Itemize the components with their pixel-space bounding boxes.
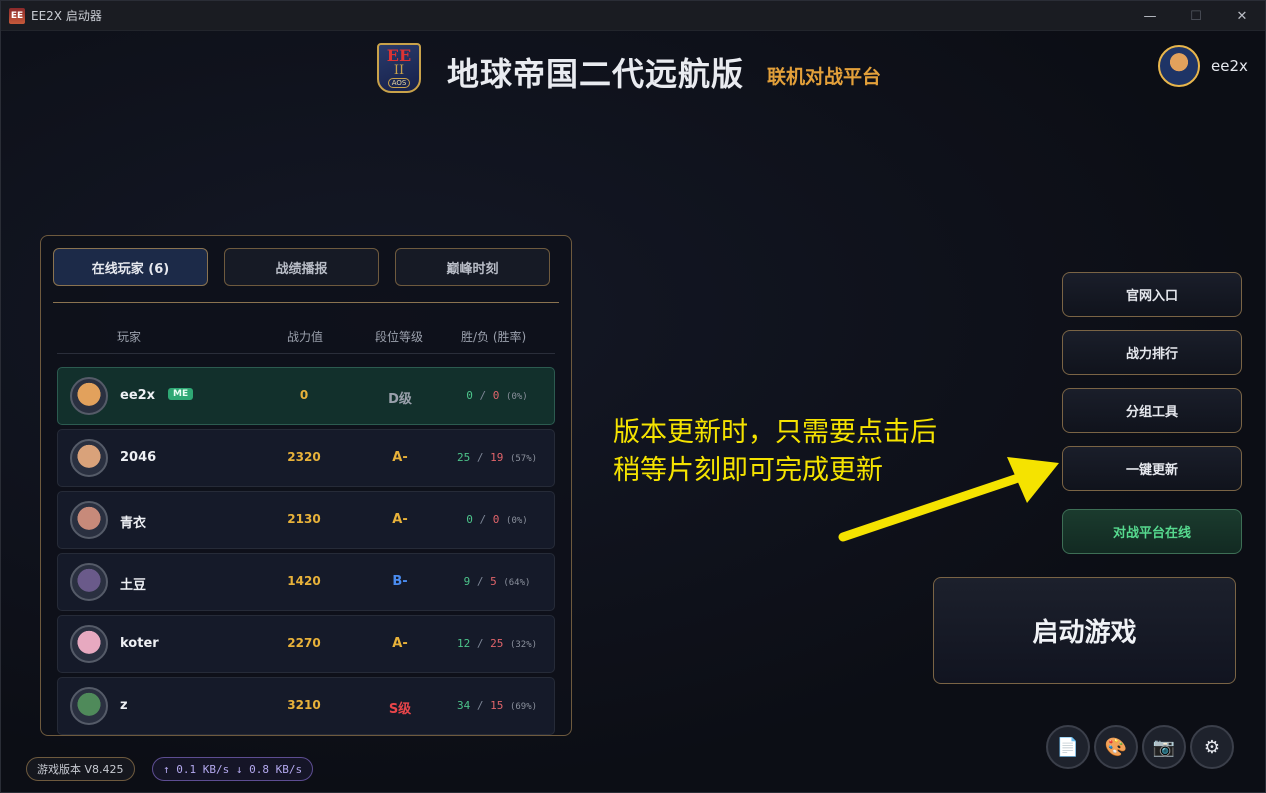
player-wins: 9 [463, 575, 471, 588]
player-rank: B- [392, 574, 408, 589]
launcher-window: EE EE2X 启动器 — ☐ ✕ EE II AOS 地球帝国二代远航版 联机… [0, 0, 1266, 793]
player-power: 3210 [287, 698, 321, 712]
player-losses: 15 [490, 699, 504, 712]
table-header: 玩家 战力值 段位等级 胜/负 (胜率) [57, 322, 555, 354]
player-losses: 0 [492, 513, 500, 526]
app-icon: EE [9, 7, 25, 24]
player-wins: 34 [456, 699, 471, 712]
player-record: 0 / 0 (0%) [466, 389, 528, 402]
game-subtitle: 联机对战平台 [767, 66, 882, 88]
header-player: 玩家 [117, 330, 142, 344]
tab-online-players[interactable]: 在线玩家 (6) [53, 248, 208, 286]
player-name: koter [120, 636, 159, 651]
player-rank: S级 [388, 702, 412, 717]
panel-tabs: 在线玩家 (6) 战绩播报 巅峰时刻 [53, 248, 550, 286]
launch-game-button[interactable]: 启动游戏 [933, 577, 1236, 684]
players-panel: 在线玩家 (6) 战绩播报 巅峰时刻 玩家 战力值 段位等级 胜/负 (胜率) … [40, 235, 572, 736]
player-winrate: (0%) [506, 516, 528, 526]
tab-match-reports[interactable]: 战绩播报 [224, 248, 379, 286]
me-badge: ME [168, 388, 194, 400]
update-button[interactable]: 一键更新 [1062, 446, 1242, 491]
player-row[interactable]: 2046 2320 A- 25 / 19 (57%) [57, 429, 555, 487]
header-record: 胜/负 (胜率) [461, 330, 527, 344]
game-logo: EE II AOS [377, 43, 421, 93]
player-name: 土豆 [120, 578, 147, 593]
maximize-button[interactable]: ☐ [1173, 1, 1219, 31]
player-row[interactable]: koter 2270 A- 12 / 25 (32%) [57, 615, 555, 673]
player-rank: A- [392, 512, 408, 527]
team-tool-button[interactable]: 分组工具 [1062, 388, 1242, 433]
player-losses: 5 [490, 575, 497, 588]
player-power: 2270 [287, 636, 321, 650]
player-power: 2130 [287, 512, 321, 526]
player-avatar [70, 377, 108, 415]
tab-peak-moments[interactable]: 巅峰时刻 [395, 248, 550, 286]
player-rank: A- [392, 636, 408, 651]
platform-online-button[interactable]: 对战平台在线 [1062, 509, 1242, 554]
player-winrate: (0%) [506, 392, 528, 402]
player-losses: 0 [492, 389, 500, 402]
tab-divider [53, 302, 559, 303]
annotation-line-1: 版本更新时，只需要点击后 [613, 417, 937, 448]
player-power: 1420 [287, 574, 321, 588]
camera-icon[interactable]: 📷 [1142, 725, 1186, 769]
player-record: 25 / 19 (57%) [456, 451, 538, 464]
player-avatar [70, 501, 108, 539]
player-record: 34 / 15 (69%) [456, 699, 538, 712]
player-avatar [70, 439, 108, 477]
player-winrate: (32%) [509, 640, 538, 650]
window-controls: — ☐ ✕ [1127, 1, 1265, 31]
player-name: ee2x [120, 388, 156, 403]
header-power: 战力值 [287, 330, 324, 344]
ranking-button[interactable]: 战力排行 [1062, 330, 1242, 375]
header-rank: 段位等级 [375, 330, 424, 344]
network-speed-badge: ↑ 0.1 KB/s ↓ 0.8 KB/s [152, 757, 314, 781]
game-version-badge: 游戏版本 V8.425 [26, 757, 135, 781]
user-name[interactable]: ee2x [1211, 57, 1248, 75]
player-power: 2320 [287, 450, 321, 464]
player-rank: D级 [388, 392, 412, 407]
player-avatar [70, 687, 108, 725]
player-name: 2046 [120, 450, 157, 465]
website-button[interactable]: 官网入口 [1062, 272, 1242, 317]
title-bar: EE EE2X 启动器 — ☐ ✕ [1, 1, 1265, 31]
player-avatar [70, 625, 108, 663]
player-list: ee2x ME 0 D级 0 / 0 (0%) 2046 2320 A- 25 … [57, 367, 555, 735]
user-avatar[interactable] [1158, 45, 1200, 87]
player-winrate: (57%) [509, 454, 538, 464]
player-rank: A- [392, 450, 408, 465]
player-name: z [120, 698, 128, 713]
player-record: 9 / 5 (64%) [463, 575, 531, 588]
player-avatar [70, 563, 108, 601]
player-winrate: (69%) [509, 702, 538, 712]
player-wins: 0 [466, 389, 473, 402]
player-winrate: (64%) [503, 578, 531, 588]
close-button[interactable]: ✕ [1219, 1, 1265, 31]
document-icon[interactable]: 📄 [1046, 725, 1090, 769]
player-row[interactable]: 土豆 1420 B- 9 / 5 (64%) [57, 553, 555, 611]
player-wins: 0 [466, 513, 473, 526]
player-losses: 19 [490, 451, 504, 464]
player-row[interactable]: ee2x ME 0 D级 0 / 0 (0%) [57, 367, 555, 425]
minimize-button[interactable]: — [1127, 1, 1173, 31]
window-title: EE2X 启动器 [31, 9, 102, 23]
annotation-arrow-icon [838, 457, 1059, 542]
player-record: 12 / 25 (32%) [456, 637, 538, 650]
player-row[interactable]: 青衣 2130 A- 0 / 0 (0%) [57, 491, 555, 549]
player-losses: 25 [490, 637, 504, 650]
palette-icon[interactable]: 🎨 [1094, 725, 1138, 769]
gear-icon[interactable]: ⚙ [1190, 725, 1234, 769]
player-power: 0 [299, 388, 309, 402]
game-title: 地球帝国二代远航版 [447, 55, 745, 93]
player-row[interactable]: z 3210 S级 34 / 15 (69%) [57, 677, 555, 735]
player-name: 青衣 [120, 516, 147, 531]
player-wins: 25 [456, 451, 471, 464]
player-wins: 12 [456, 637, 471, 650]
player-record: 0 / 0 (0%) [466, 513, 528, 526]
